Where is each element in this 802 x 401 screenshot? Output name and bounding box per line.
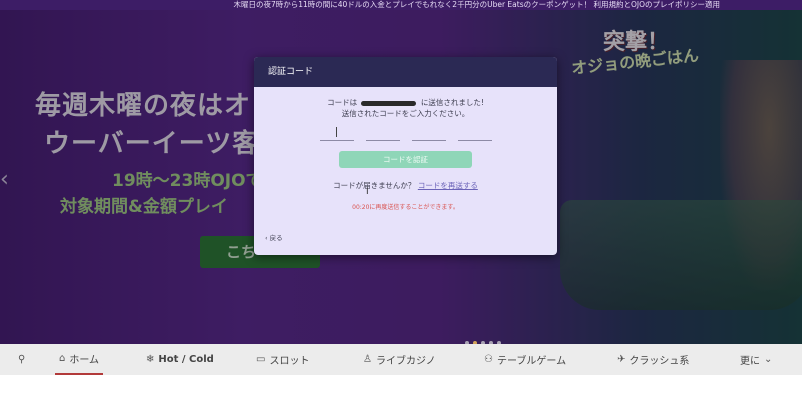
nav-item-table-games[interactable]: ⚇ テーブルゲーム [484,344,566,375]
back-label: 戻る [269,234,283,242]
redacted-phone-number [361,100,417,106]
live-dealer-icon: ♙ [363,354,372,365]
sent-message: コードは に送信されました! [254,97,557,108]
nav-search[interactable]: ⚲ [18,344,25,375]
code-input-group [320,127,492,141]
nav-label: ホーム [69,355,100,366]
nav-item-hot-cold[interactable]: ❄ Hot / Cold [146,344,214,375]
modal-title: 認証コード [268,67,314,77]
resend-code-link[interactable]: コードを再送する [418,181,478,190]
nav-label: ライブカジノ [375,356,436,367]
category-nav: ⚲ ⌂ ホーム ❄ Hot / Cold ▭ スロット ♙ ライブカジノ ⚇ テ… [0,344,802,375]
nav-label: クラッシュ系 [629,356,690,367]
nav-label: スロット [269,356,310,367]
home-icon: ⌂ [59,353,66,364]
modal-header: 認証コード [254,57,557,87]
code-digit-input-4[interactable] [458,127,492,141]
chevron-down-icon: ⌄ [764,354,773,365]
search-icon: ⚲ [18,354,26,365]
nav-item-live-casino[interactable]: ♙ ライブカジノ [363,344,436,375]
nav-label: テーブルゲーム [496,356,567,367]
code-digit-input-3[interactable] [412,127,446,141]
crash-icon: ✈ [617,354,626,365]
page-content-area [0,375,802,401]
code-digit-input-1[interactable] [320,127,354,141]
sent-message-suffix: に送信されました! [420,98,484,107]
code-digit-input-2[interactable] [366,127,400,141]
resend-timer-text: 00:20に再度送信することができます。 [352,204,459,211]
nav-label: 更に [740,356,760,367]
text-cursor-icon: I [366,187,369,197]
promo-text: 木曜日の夜7時から11時の間に40ドルの入金とプレイでもれなく2千円分のUber… [233,0,720,9]
resend-row: コードが届きませんか？ コードを再送する [254,180,557,191]
nav-label: Hot / Cold [158,354,214,365]
resend-prefix: コードが届きませんか？ [333,181,416,190]
back-button[interactable]: ‹ 戻る [265,232,283,242]
verify-code-button[interactable]: コードを認証 [339,151,472,168]
enter-code-instruction: 送信されたコードをご入力ください。 [341,109,470,118]
verification-code-modal: 認証コード コードは に送信されました! 送信されたコードをご入力ください。 コ… [254,57,557,255]
snowflake-icon: ❄ [146,354,155,365]
nav-item-more[interactable]: 更に ⌄ [740,344,772,375]
promo-topbar: 木曜日の夜7時から11時の間に40ドルの入金とプレイでもれなく2千円分のUber… [0,0,802,10]
sent-message-prefix: コードは [327,98,358,107]
slot-icon: ▭ [256,354,266,365]
nav-item-slots[interactable]: ▭ スロット [256,344,309,375]
table-game-icon: ⚇ [484,354,493,365]
nav-item-home[interactable]: ⌂ ホーム [55,344,104,375]
nav-item-crash[interactable]: ✈ クラッシュ系 [617,344,689,375]
